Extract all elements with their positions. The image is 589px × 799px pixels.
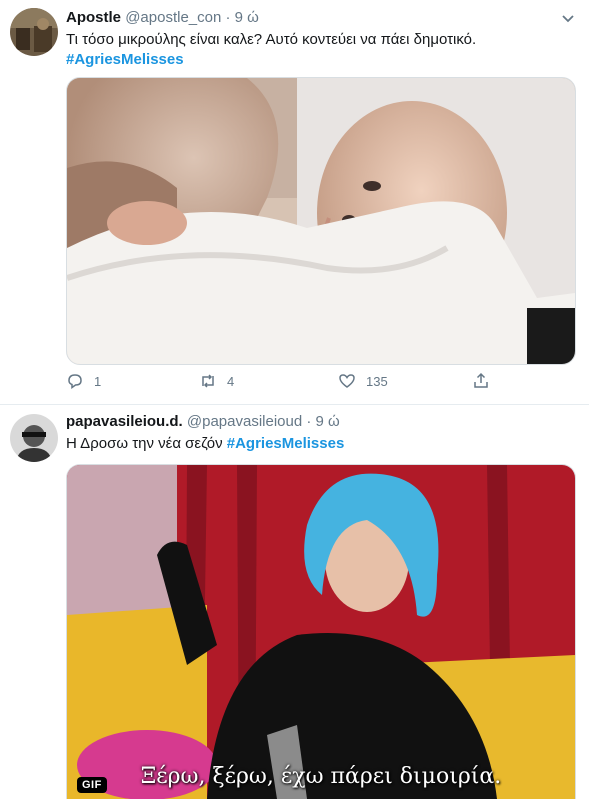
gif-frame bbox=[67, 465, 575, 799]
gif-subtitle: Ξέρω, ξέρω, έχω πάρει διμοιρία. bbox=[140, 764, 502, 789]
avatar[interactable] bbox=[10, 8, 58, 56]
tweet-gif[interactable]: GIF Ξέρω, ξέρω, έχω πάρει διμοιρία. bbox=[66, 464, 576, 799]
handle[interactable]: @apostle_con bbox=[125, 9, 221, 26]
like-icon bbox=[339, 374, 355, 388]
retweet-button[interactable]: 4 bbox=[199, 372, 234, 390]
display-name[interactable]: papavasileiou.d. bbox=[66, 413, 183, 430]
reply-count: 1 bbox=[94, 373, 102, 389]
retweet-count: 4 bbox=[227, 373, 235, 389]
timestamp[interactable]: 9 ώ bbox=[316, 413, 340, 430]
hashtag-link[interactable]: #AgriesMelisses bbox=[227, 435, 345, 452]
share-button[interactable] bbox=[472, 372, 490, 390]
tweet[interactable]: Apostle @apostle_con · 9 ώ Τι τόσο μικρο… bbox=[0, 0, 589, 405]
hashtag-link[interactable]: #AgriesMelisses bbox=[66, 50, 184, 70]
reply-icon bbox=[68, 374, 82, 389]
separator: · bbox=[306, 413, 312, 430]
display-name[interactable]: Apostle bbox=[66, 9, 121, 26]
avatar[interactable] bbox=[10, 414, 58, 462]
tweet-text: Η Δροσω την νέα σεζόν bbox=[66, 435, 223, 452]
retweet-icon bbox=[202, 374, 214, 388]
like-button[interactable]: 135 bbox=[338, 372, 388, 390]
tweet[interactable]: papavasileiou.d. @papavasileioud · 9 ώ Η… bbox=[0, 404, 589, 799]
timestamp[interactable]: 9 ώ bbox=[235, 9, 259, 26]
tweet-actions: 1 4 135 bbox=[66, 372, 506, 396]
handle[interactable]: @papavasileioud bbox=[187, 413, 302, 430]
share-icon bbox=[474, 372, 488, 388]
tweet-image[interactable] bbox=[66, 77, 576, 365]
like-count: 135 bbox=[366, 373, 388, 389]
reply-button[interactable]: 1 bbox=[66, 372, 101, 390]
chevron-down-icon[interactable] bbox=[561, 12, 575, 26]
baby-photo bbox=[67, 78, 575, 364]
separator: · bbox=[225, 9, 231, 26]
tweet-text-line: Η Δροσω την νέα σεζόν #AgriesMelisses bbox=[66, 434, 344, 454]
tweet-text: Τι τόσο μικρούλης είναι καλε? Αυτό κοντε… bbox=[66, 31, 477, 48]
